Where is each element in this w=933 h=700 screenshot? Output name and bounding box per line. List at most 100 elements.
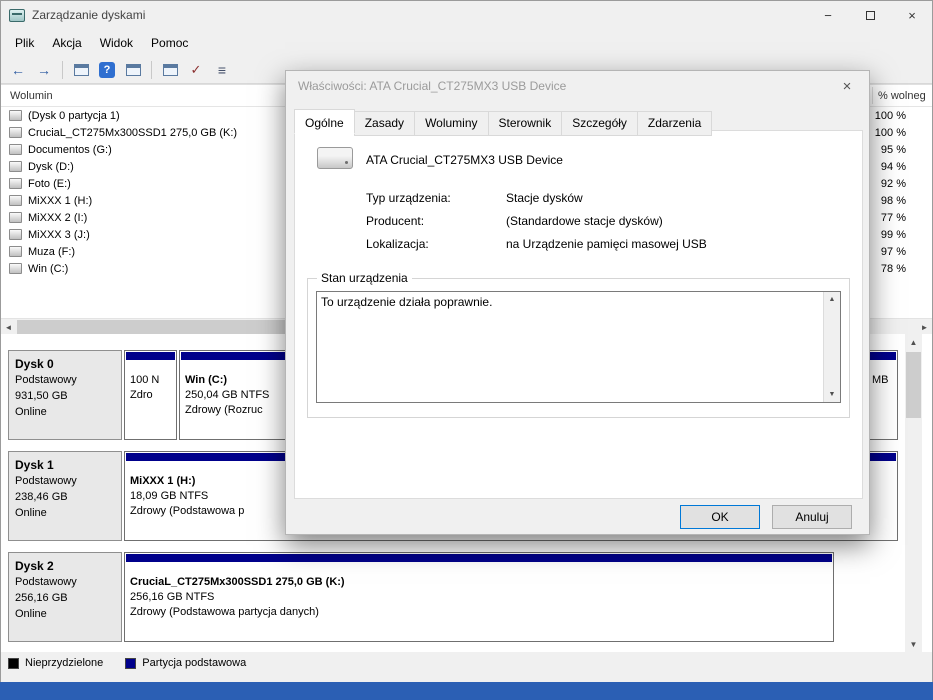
unallocated-color-swatch bbox=[8, 657, 19, 669]
volume-icon bbox=[9, 229, 22, 240]
export-list-icon bbox=[125, 63, 141, 76]
help-button[interactable]: ? bbox=[95, 59, 119, 81]
volume-name: Dysk (D:) bbox=[28, 160, 74, 173]
device-status-groupbox: Stan urządzenia To urządzenie działa pop… bbox=[307, 271, 850, 418]
toolbar-separator bbox=[62, 60, 63, 79]
maximize-icon bbox=[865, 10, 875, 20]
menu-akcja[interactable]: Akcja bbox=[43, 32, 90, 54]
volume-name: MiXXX 2 (I:) bbox=[28, 211, 88, 224]
disk-row-2: Dysk 2 Podstawowy 256,16 GB Online Cruci… bbox=[0, 552, 933, 642]
partition-color-bar bbox=[868, 352, 896, 360]
app-icon bbox=[9, 8, 25, 22]
volume-name: MiXXX 1 (H:) bbox=[28, 194, 93, 207]
column-header-volume[interactable]: Wolumin bbox=[10, 90, 53, 102]
partition-recovery[interactable]: MB bbox=[866, 350, 898, 440]
primary-partition-color-swatch bbox=[125, 657, 137, 669]
volume-icon bbox=[9, 127, 22, 138]
legend-unallocated: Nieprzydzielone bbox=[8, 657, 103, 669]
tab-ogolne[interactable]: Ogólne bbox=[294, 109, 355, 134]
partition-crucial-k[interactable]: CruciaL_CT275Mx300SSD1 275,0 GB (K:) 256… bbox=[124, 552, 834, 642]
partition-system-reserved[interactable]: 100 N Zdro bbox=[124, 350, 177, 440]
status-scroll-down-button[interactable]: ▼ bbox=[824, 387, 840, 402]
disk-name: Dysk 1 bbox=[15, 458, 54, 472]
export-list-button[interactable] bbox=[121, 59, 145, 81]
disk-type: Podstawowy bbox=[15, 475, 77, 487]
check-disk-button[interactable]: ✓ bbox=[184, 59, 208, 81]
partition-status: Zdrowy (Podstawowa partycja danych) bbox=[130, 606, 319, 618]
device-status-textbox[interactable]: To urządzenie działa poprawnie. ▲ ▼ bbox=[316, 291, 841, 403]
scroll-right-icon: ► bbox=[920, 322, 929, 332]
tab-szczegoly[interactable]: Szczegóły bbox=[561, 111, 638, 136]
column-header-free-percent[interactable]: % wolneg bbox=[878, 90, 926, 102]
disk-type: Podstawowy bbox=[15, 576, 77, 588]
tab-woluminy[interactable]: Woluminy bbox=[414, 111, 489, 136]
dialog-title: Właściwości: ATA Crucial_CT275MX3 USB De… bbox=[298, 79, 567, 93]
tab-zasady[interactable]: Zasady bbox=[353, 111, 416, 136]
legend-primary-partition: Partycja podstawowa bbox=[125, 657, 246, 669]
console-tree-button[interactable] bbox=[69, 59, 93, 81]
partition-color-bar bbox=[126, 352, 175, 360]
close-button[interactable]: × bbox=[891, 0, 933, 30]
device-name: ATA Crucial_CT275MX3 USB Device bbox=[366, 153, 563, 167]
partition-size: MB bbox=[872, 374, 889, 386]
volume-icon bbox=[9, 110, 22, 121]
scroll-right-button[interactable]: ► bbox=[916, 319, 933, 335]
dialog-close-button[interactable]: × bbox=[825, 71, 869, 101]
minimize-button[interactable]: − bbox=[807, 0, 849, 30]
volume-name: (Dysk 0 partycja 1) bbox=[28, 109, 120, 122]
action-pane-button[interactable] bbox=[158, 59, 182, 81]
vertical-scrollbar[interactable]: ▲ ▼ bbox=[905, 334, 922, 652]
console-tree-icon bbox=[73, 63, 89, 76]
action-pane-icon bbox=[162, 63, 178, 76]
tab-sterownik[interactable]: Sterownik bbox=[487, 111, 563, 136]
taskbar[interactable] bbox=[0, 682, 933, 700]
field-value-manufacturer: (Standardowe stacje dysków) bbox=[506, 214, 663, 228]
dialog-tabs: Ogólne Zasady Woluminy Sterownik Szczegó… bbox=[294, 109, 713, 136]
menu-pomoc[interactable]: Pomoc bbox=[142, 32, 197, 54]
status-scroll-down-icon: ▼ bbox=[828, 391, 836, 398]
scroll-up-button[interactable]: ▲ bbox=[905, 334, 922, 350]
cancel-button[interactable]: Anuluj bbox=[772, 505, 852, 529]
volume-icon bbox=[9, 195, 22, 206]
menu-widok[interactable]: Widok bbox=[91, 32, 142, 54]
forward-icon: → bbox=[37, 61, 51, 78]
menu-plik[interactable]: Plik bbox=[6, 32, 43, 54]
tab-zdarzenia[interactable]: Zdarzenia bbox=[636, 111, 713, 136]
disk-1-header[interactable]: Dysk 1 Podstawowy 238,46 GB Online bbox=[8, 451, 122, 541]
field-label-device-type: Typ urządzenia: bbox=[366, 191, 451, 205]
back-button[interactable]: ← bbox=[6, 59, 30, 81]
forward-button[interactable]: → bbox=[32, 59, 56, 81]
status-scroll-up-button[interactable]: ▲ bbox=[824, 292, 840, 307]
ok-button[interactable]: OK bbox=[680, 505, 760, 529]
maximize-button[interactable] bbox=[849, 0, 891, 30]
status-scroll-up-icon: ▲ bbox=[828, 296, 836, 303]
scroll-left-button[interactable]: ◄ bbox=[0, 319, 17, 335]
vertical-scrollbar-thumb[interactable] bbox=[906, 352, 921, 418]
back-icon: ← bbox=[11, 61, 25, 78]
field-label-location: Lokalizacja: bbox=[366, 237, 429, 251]
partition-size: 256,16 GB NTFS bbox=[130, 591, 215, 603]
field-value-device-type: Stacje dysków bbox=[506, 191, 583, 205]
minimize-icon: − bbox=[824, 7, 832, 23]
scroll-down-button[interactable]: ▼ bbox=[905, 636, 922, 652]
volume-icon bbox=[9, 161, 22, 172]
volume-name: Foto (E:) bbox=[28, 177, 71, 190]
disk-0-header[interactable]: Dysk 0 Podstawowy 931,50 GB Online bbox=[8, 350, 122, 440]
tab-panel-general: ATA Crucial_CT275MX3 USB Device Typ urzą… bbox=[294, 130, 863, 499]
properties-dialog: Właściwości: ATA Crucial_CT275MX3 USB De… bbox=[285, 70, 870, 535]
partition-label: CruciaL_CT275Mx300SSD1 275,0 GB (K:) bbox=[130, 576, 345, 588]
list-view-icon: ≡ bbox=[217, 61, 227, 78]
column-separator[interactable] bbox=[872, 87, 873, 104]
partition-size: 100 N bbox=[130, 374, 160, 386]
disk-type: Podstawowy bbox=[15, 374, 77, 386]
dialog-close-icon: × bbox=[842, 77, 852, 95]
scroll-down-icon: ▼ bbox=[909, 639, 918, 649]
view-options-button[interactable]: ≡ bbox=[210, 59, 234, 81]
window-titlebar[interactable]: Zarządzanie dyskami − × bbox=[0, 0, 933, 30]
scroll-up-icon: ▲ bbox=[909, 337, 918, 347]
disk-2-header[interactable]: Dysk 2 Podstawowy 256,16 GB Online bbox=[8, 552, 122, 642]
status-scrollbar[interactable]: ▲ ▼ bbox=[823, 292, 840, 402]
field-label-manufacturer: Producent: bbox=[366, 214, 425, 228]
dialog-titlebar[interactable]: Właściwości: ATA Crucial_CT275MX3 USB De… bbox=[286, 71, 869, 101]
disk-size: 256,16 GB bbox=[15, 592, 68, 604]
